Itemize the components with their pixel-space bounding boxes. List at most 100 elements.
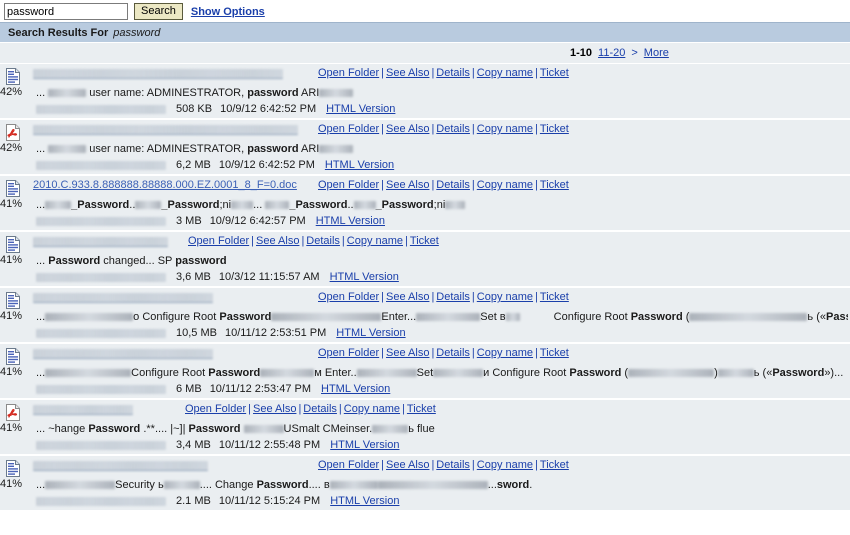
action-see-also[interactable]: See Also: [386, 67, 429, 79]
show-options-link[interactable]: Show Options: [191, 6, 265, 18]
snippet-highlight: _Password: [289, 199, 348, 211]
action-ticket[interactable]: Ticket: [540, 179, 569, 191]
snippet-ellipsis: ...: [36, 87, 46, 99]
action-see-also[interactable]: See Also: [386, 179, 429, 191]
file-size: 6 MB: [176, 383, 202, 395]
obscured-text: [231, 201, 254, 210]
action-ticket[interactable]: Ticket: [540, 123, 569, 135]
action-separator: |: [431, 347, 435, 359]
action-copy-name[interactable]: Copy name: [344, 403, 400, 415]
action-separator: |: [535, 179, 538, 191]
action-copy-name[interactable]: Copy name: [347, 235, 403, 247]
html-version-link[interactable]: HTML Version: [326, 103, 395, 115]
action-ticket[interactable]: Ticket: [540, 459, 569, 471]
redacted-file-path: [36, 496, 166, 506]
snippet-text: ь («: [807, 311, 826, 323]
obscured-text: [260, 369, 315, 378]
action-details[interactable]: Details: [436, 459, 470, 471]
snippet-text: »)...: [824, 367, 844, 379]
action-copy-name[interactable]: Copy name: [477, 459, 533, 471]
html-version-link[interactable]: HTML Version: [330, 495, 399, 507]
html-version-link[interactable]: HTML Version: [330, 271, 399, 283]
search-result-row[interactable]: 41% Open Folder | See Also | Details | Copy nam…: [0, 344, 850, 400]
action-copy-name[interactable]: Copy name: [477, 179, 533, 191]
action-see-also[interactable]: See Also: [253, 403, 296, 415]
action-see-also[interactable]: See Also: [256, 235, 299, 247]
html-version-link[interactable]: HTML Version: [321, 383, 390, 395]
obscured-text: [717, 369, 754, 378]
action-open-folder[interactable]: Open Folder: [318, 67, 379, 79]
action-separator: |: [431, 179, 435, 191]
results-header-label: Search Results For: [8, 26, 109, 39]
action-ticket[interactable]: Ticket: [410, 235, 439, 247]
action-copy-name[interactable]: Copy name: [477, 291, 533, 303]
search-result-row[interactable]: 42% Open Folder | See Also | Details | Copy nam…: [0, 120, 850, 176]
action-copy-name[interactable]: Copy name: [477, 67, 533, 79]
action-ticket[interactable]: Ticket: [540, 67, 569, 79]
html-version-link[interactable]: HTML Version: [330, 439, 399, 451]
relevance-percent: 41%: [0, 366, 23, 378]
action-ticket[interactable]: Ticket: [540, 291, 569, 303]
action-open-folder[interactable]: Open Folder: [318, 347, 379, 359]
action-details[interactable]: Details: [436, 123, 470, 135]
redacted-file-path: [36, 328, 166, 338]
action-see-also[interactable]: See Also: [386, 459, 429, 471]
html-version-link[interactable]: HTML Version: [325, 159, 394, 171]
search-input[interactable]: [4, 3, 128, 20]
action-separator: |: [431, 123, 435, 135]
snippet-ellipsis: ...: [36, 143, 46, 155]
action-copy-name[interactable]: Copy name: [477, 347, 533, 359]
action-details[interactable]: Details: [436, 347, 470, 359]
search-button[interactable]: Search: [134, 3, 183, 20]
action-see-also[interactable]: See Also: [386, 123, 429, 135]
snippet-text: .**....: [143, 423, 168, 435]
action-ticket[interactable]: Ticket: [540, 347, 569, 359]
action-separator: |: [381, 459, 385, 471]
snippet-text: в: [323, 479, 330, 491]
search-result-row[interactable]: 42% Open Folder | See Also | Details | Copy nam…: [0, 64, 850, 120]
action-separator: |: [381, 291, 385, 303]
action-copy-name[interactable]: Copy name: [477, 123, 533, 135]
action-ticket[interactable]: Ticket: [407, 403, 436, 415]
action-open-folder[interactable]: Open Folder: [318, 459, 379, 471]
snippet-text: и Configure Root: [483, 367, 567, 379]
obscured-text: [271, 313, 382, 322]
action-details[interactable]: Details: [303, 403, 337, 415]
action-details[interactable]: Details: [436, 179, 470, 191]
pager-more-link[interactable]: More: [644, 47, 669, 59]
file-date: 10/9/12 6:42:57 PM: [209, 215, 306, 227]
search-result-row[interactable]: 41% Open Folder | See Also | Details | Copy nam…: [0, 288, 850, 344]
redacted-file-path: [36, 104, 166, 114]
pager-next-arrow-icon[interactable]: >: [631, 47, 637, 59]
result-snippet: ... ~hange Password .**.... |~]| Passwor…: [36, 422, 848, 436]
action-details[interactable]: Details: [436, 67, 470, 79]
search-result-row[interactable]: 41% Open Folder | See Also | Details | Copy nam…: [0, 400, 850, 456]
action-open-folder[interactable]: Open Folder: [318, 123, 379, 135]
obscured-text: [319, 89, 354, 98]
action-open-folder[interactable]: Open Folder: [185, 403, 246, 415]
action-see-also[interactable]: See Also: [386, 347, 429, 359]
action-open-folder[interactable]: Open Folder: [318, 291, 379, 303]
action-see-also[interactable]: See Also: [386, 291, 429, 303]
document-title: [33, 403, 850, 417]
row-actions: Open Folder | See Also | Details | Copy name | T…: [318, 179, 569, 191]
search-result-row[interactable]: 41% 2010.C.933.8.888888.88888.000.EZ.0001…: [0, 176, 850, 232]
pdf-icon: [5, 124, 21, 141]
snippet-text: м Enter..: [314, 367, 357, 379]
action-details[interactable]: Details: [436, 291, 470, 303]
action-separator: |: [251, 235, 255, 247]
action-separator: |: [381, 347, 385, 359]
action-separator: |: [381, 67, 385, 79]
action-open-folder[interactable]: Open Folder: [188, 235, 249, 247]
snippet-text: ...: [253, 199, 263, 211]
pager-next-range[interactable]: 11-20: [598, 47, 625, 59]
document-title-link[interactable]: 2010.C.933.8.888888.88888.000.EZ.0001_8_…: [33, 179, 297, 191]
html-version-link[interactable]: HTML Version: [336, 327, 405, 339]
obscured-text: [505, 313, 520, 322]
snippet-text: ARI: [301, 87, 320, 99]
action-details[interactable]: Details: [306, 235, 340, 247]
search-result-row[interactable]: 41% Open Folder | See Also | Details | Copy nam…: [0, 232, 850, 288]
search-result-row[interactable]: 41% Open Folder | See Also | Details | Copy nam…: [0, 456, 850, 512]
action-open-folder[interactable]: Open Folder: [318, 179, 379, 191]
html-version-link[interactable]: HTML Version: [316, 215, 385, 227]
